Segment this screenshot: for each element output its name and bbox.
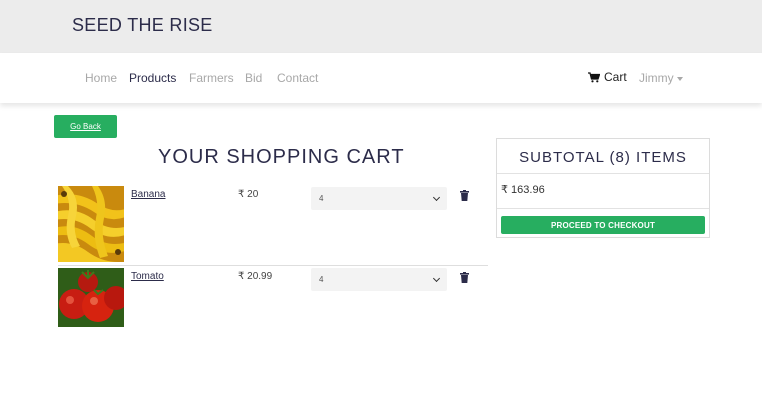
nav-home[interactable]: Home — [85, 71, 117, 85]
nav-cart[interactable]: Cart — [588, 70, 627, 84]
cart-title: YOUR SHOPPING CART — [158, 146, 405, 168]
shopping-cart-icon — [588, 71, 600, 82]
item-name-link[interactable]: Banana — [131, 189, 165, 200]
quantity-select[interactable]: 4 — [311, 187, 447, 210]
banana-image — [58, 186, 124, 262]
item-name-link[interactable]: Tomato — [131, 271, 164, 282]
quantity-value: 4 — [319, 275, 324, 284]
nav-products[interactable]: Products — [129, 71, 176, 85]
tomato-image — [58, 268, 124, 327]
go-back-button[interactable]: Go Back — [54, 115, 117, 138]
nav-bid[interactable]: Bid — [245, 71, 262, 85]
chevron-down-icon — [432, 193, 441, 201]
divider — [497, 208, 709, 209]
row-divider — [58, 265, 488, 266]
caret-down-icon — [676, 76, 683, 81]
item-price: ₹ 20 — [238, 189, 259, 200]
subtotal-title: SUBTOTAL (8) ITEMS — [519, 149, 687, 166]
trash-icon[interactable] — [460, 272, 469, 283]
proceed-to-checkout-button[interactable]: PROCEED TO CHECKOUT — [501, 216, 705, 234]
item-price: ₹ 20.99 — [238, 271, 273, 282]
user-dropdown[interactable]: Jimmy — [639, 71, 683, 85]
nav-farmers[interactable]: Farmers — [189, 71, 234, 85]
order-summary-card: SUBTOTAL (8) ITEMS ₹ 163.96 PROCEED TO C… — [496, 138, 710, 238]
quantity-value: 4 — [319, 194, 324, 203]
user-name: Jimmy — [639, 71, 674, 85]
chevron-down-icon — [432, 274, 441, 282]
trash-icon[interactable] — [460, 190, 469, 201]
nav-cart-label: Cart — [604, 70, 627, 84]
quantity-select[interactable]: 4 — [311, 268, 447, 291]
nav-contact[interactable]: Contact — [277, 71, 318, 85]
divider — [497, 173, 709, 174]
brand-title[interactable]: SEED THE RISE — [72, 15, 213, 36]
main-navbar: Home Products Farmers Bid Contact Cart J… — [0, 53, 762, 103]
subtotal-amount: ₹ 163.96 — [501, 184, 545, 196]
top-header: SEED THE RISE — [0, 0, 762, 53]
